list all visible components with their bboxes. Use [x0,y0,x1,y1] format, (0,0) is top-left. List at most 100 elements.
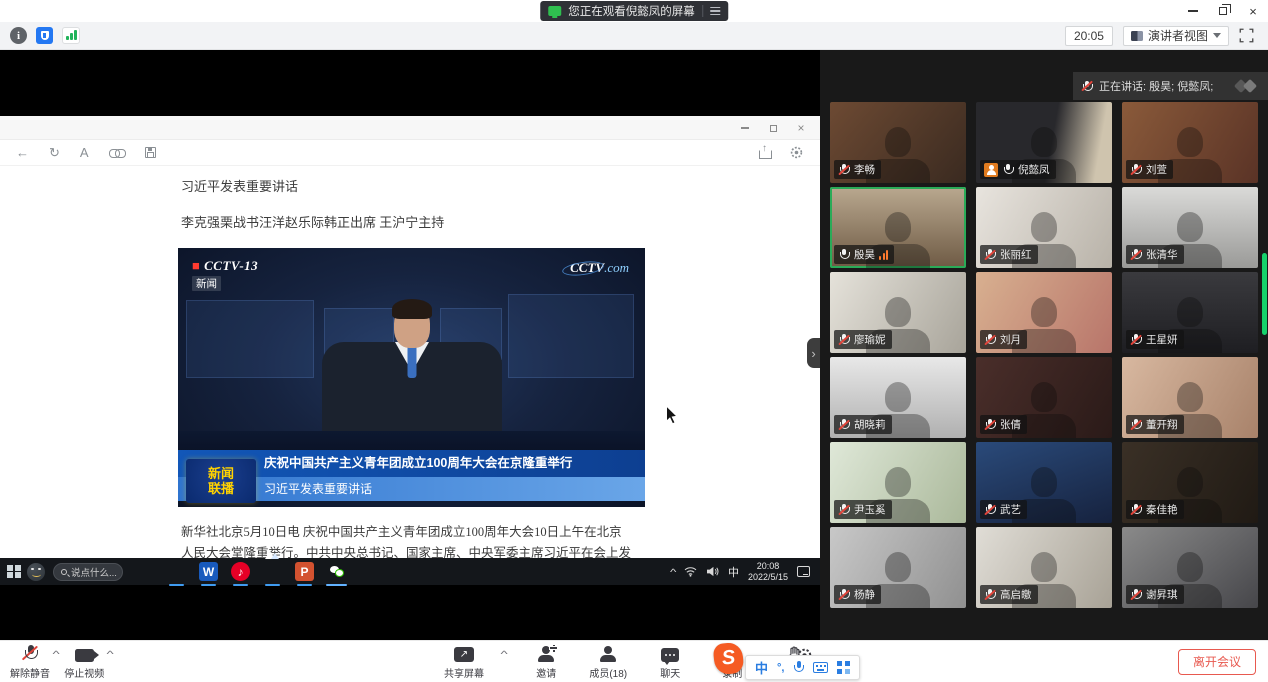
participant-tile[interactable]: 王星妍 [1122,272,1258,353]
pill-menu-icon[interactable] [710,7,720,16]
article-body: 新华社北京5月10日电 庆祝中国共产主义青年团成立100周年大会10日上午在北京… [181,522,649,558]
members-button[interactable]: 成员(18) [584,644,632,680]
cctv-com-watermark: CCTV.com [570,260,629,276]
wechat-app-icon[interactable] [327,562,346,581]
participant-tile[interactable]: 高启皦 [976,527,1112,608]
doc-close-button[interactable]: × [790,116,812,140]
participant-name-bar: 谢昇琪 [1126,585,1184,604]
participant-tile[interactable]: 杨静 [830,527,966,608]
ime-mode-indicator[interactable]: 中 [755,658,768,677]
participant-tile[interactable]: 李畅 [830,102,966,183]
ime-keyboard-icon[interactable] [813,662,828,673]
notification-center-icon[interactable] [797,566,810,577]
participant-name: 尹玉奚 [854,502,886,517]
doc-settings-gear-icon[interactable] [789,145,804,160]
panel-collapse-handle[interactable]: › [807,338,820,368]
taskbar-search-box[interactable]: 说点什么... [53,563,123,581]
ime-toolbar[interactable]: 中 °, [745,655,860,680]
participant-tile[interactable]: 秦佳艳 [1122,442,1258,523]
ime-toolbox-icon[interactable] [837,661,850,674]
participant-name: 胡晓莉 [854,417,886,432]
unmute-button[interactable]: 解除静音 [6,644,54,680]
leave-meeting-button[interactable]: 离开会议 [1178,649,1256,675]
mic-options-caret[interactable]: ^ [53,649,60,659]
powerpoint-app-icon[interactable]: P [295,562,314,581]
participant-tile-speaking[interactable]: 殷昊 [830,187,966,268]
save-icon[interactable] [145,147,156,158]
back-arrow-icon[interactable]: ← [16,145,29,160]
members-person-icon [599,646,617,663]
netdisk-app-icon[interactable] [263,562,282,581]
participant-name-bar: 高启皦 [980,585,1038,604]
ime-punctuation-indicator[interactable]: °, [777,662,784,674]
participant-tile[interactable]: 刘萱 [1122,102,1258,183]
participants-scrollbar[interactable] [1262,253,1267,335]
stop-video-button[interactable]: 停止视频 [60,644,108,680]
word-app-icon[interactable]: W [199,562,218,581]
shared-screen-area: × ← ↻ A 习近平发表重要讲话 李克强栗战书汪洋赵乐际韩正出席 王沪宁主持 [0,50,820,640]
doc-minimize-button[interactable] [734,116,756,140]
participant-name-bar: 张丽红 [980,245,1038,264]
document-toolbar-right [759,145,804,160]
windows-start-button[interactable] [7,565,21,579]
video-options-caret[interactable]: ^ [107,649,114,659]
invite-button[interactable]: 邀请 [522,644,570,680]
network-signal-icon[interactable] [62,27,80,44]
firefox-app-icon[interactable] [135,562,154,581]
link-icon[interactable] [109,148,125,158]
participant-name-bar: 王星妍 [1126,330,1184,349]
participant-name-bar: 武艺 [980,500,1027,519]
participant-name: 张清华 [1146,247,1178,262]
invite-person-icon [537,646,555,663]
ime-voice-icon[interactable] [793,661,804,674]
participant-name-bar: 倪懿凤 [980,160,1056,179]
sogou-face-icon[interactable] [27,563,45,581]
pill-divider [702,5,703,17]
muted-mic-icon [1081,80,1093,92]
refresh-icon[interactable]: ↻ [49,145,60,161]
participant-tile[interactable]: 刘月 [976,272,1112,353]
tray-ime-indicator[interactable]: 中 [728,564,739,580]
participant-name: 倪懿凤 [1018,162,1050,177]
restore-button[interactable] [1208,0,1238,22]
screen-share-icon [548,6,561,16]
muted-mic-icon [1130,504,1142,516]
participant-tile[interactable]: 廖瑜妮 [830,272,966,353]
export-share-icon[interactable] [759,147,771,159]
security-shield-icon[interactable] [36,27,53,44]
share-screen-button[interactable]: 共享屏幕 [440,644,488,680]
participant-tile[interactable]: 谢昇琪 [1122,527,1258,608]
tray-expand-icon[interactable]: ^ [670,567,676,577]
taskbar-clock[interactable]: 20:08 2022/5/15 [748,561,788,583]
participant-tile[interactable]: 倪懿凤 [976,102,1112,183]
info-bar-right: 20:05 演讲者视图 [1065,26,1268,46]
fullscreen-button[interactable] [1239,28,1254,43]
participant-tile[interactable]: 张丽红 [976,187,1112,268]
edge-app-icon[interactable] [167,562,186,581]
participant-name: 张丽红 [1000,247,1032,262]
view-mode-button[interactable]: 演讲者视图 [1123,26,1229,46]
participant-tile[interactable]: 尹玉奚 [830,442,966,523]
share-screen-icon [454,647,474,662]
chat-button[interactable]: 聊天 [646,644,694,680]
share-options-caret[interactable]: ^ [501,649,508,659]
minimize-button[interactable] [1178,0,1208,22]
participant-tile[interactable]: 武艺 [976,442,1112,523]
doc-maximize-button[interactable] [762,116,784,140]
wifi-icon[interactable] [684,566,697,577]
participant-tile[interactable]: 张清华 [1122,187,1258,268]
participant-tile[interactable]: 张倩 [976,357,1112,438]
muted-mic-icon [984,419,996,431]
volume-icon[interactable] [706,566,719,577]
meeting-info-icon[interactable]: i [10,27,27,44]
studio-screen-panel [508,294,634,378]
participant-tile[interactable]: 董开翔 [1122,357,1258,438]
close-button[interactable]: × [1238,0,1268,22]
font-tool-icon[interactable]: A [80,145,89,160]
meeting-app-window: 您正在观看倪懿凤的屏幕 × i 20:05 演讲者视图 [0,0,1268,682]
participant-name: 谢昇琪 [1146,587,1178,602]
mouse-cursor [665,405,680,426]
netease-music-app-icon[interactable]: ♪ [231,562,250,581]
participant-tile[interactable]: 胡晓莉 [830,357,966,438]
muted-mic-icon [838,504,850,516]
